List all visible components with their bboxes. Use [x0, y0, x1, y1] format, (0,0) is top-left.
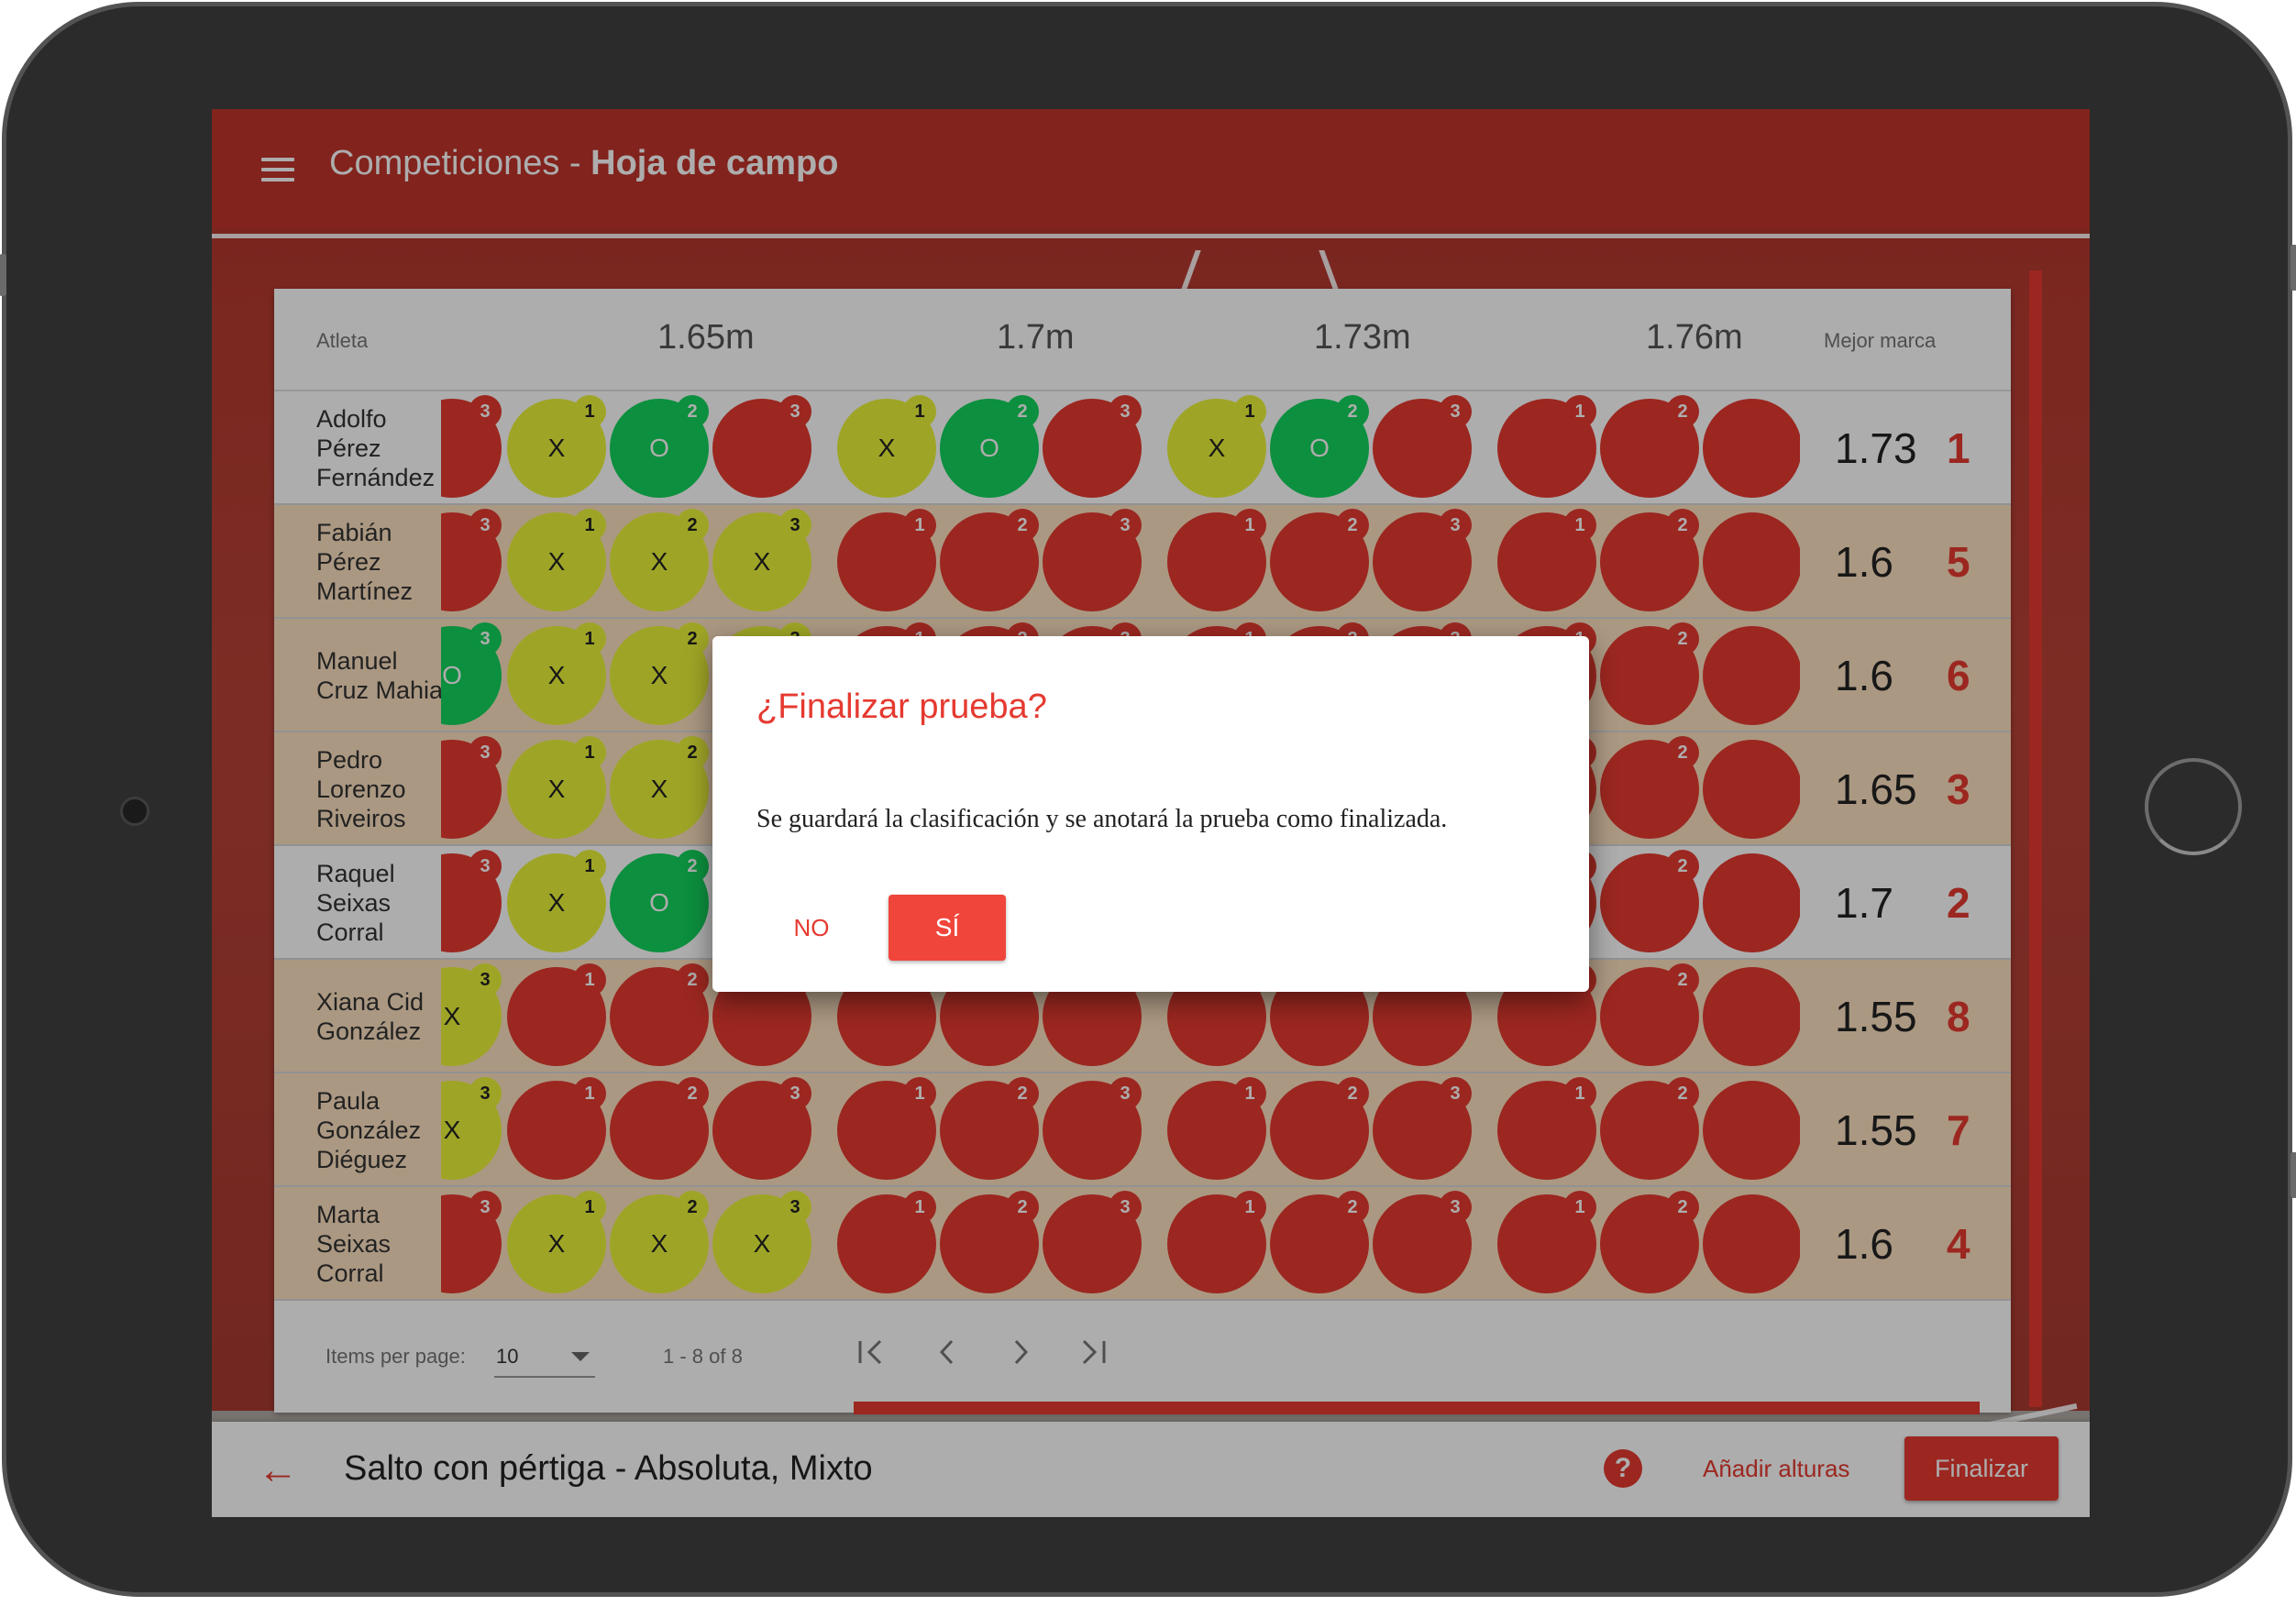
home-button[interactable] — [2145, 758, 2242, 855]
tablet-side-button — [0, 254, 6, 296]
camera-icon — [120, 797, 149, 826]
dialog-no-button[interactable]: NO — [756, 895, 867, 961]
tablet-side-button — [2290, 245, 2296, 291]
app-screen: Competiciones - Hoja de campo Atleta 1.6… — [212, 109, 2090, 1517]
tablet-frame: Competiciones - Hoja de campo Atleta 1.6… — [0, 2, 2296, 1597]
tablet-side-button — [2290, 1152, 2296, 1198]
dialog-yes-button[interactable]: SÍ — [889, 895, 1006, 961]
dialog-title: ¿Finalizar prueba? — [756, 688, 1047, 726]
dialog-message: Se guardará la clasificación y se anotar… — [756, 805, 1448, 833]
confirm-dialog: ¿Finalizar prueba? Se guardará la clasif… — [712, 636, 1589, 992]
